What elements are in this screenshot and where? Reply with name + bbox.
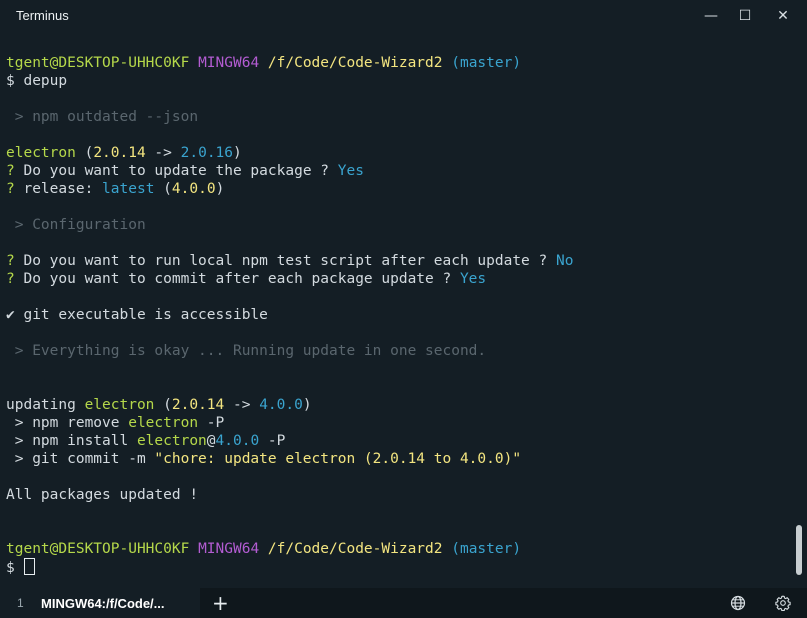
terminal-text: @ [206,433,216,449]
terminal-line: All packages updated ! [6,486,792,504]
terminal-text: No [555,253,574,269]
close-button[interactable]: ✕ [760,0,806,32]
terminal-text: -P [198,415,225,431]
terminal-text: tgent@DESKTOP-UHHC0KF [6,55,199,71]
terminal-text: ( [154,397,172,413]
terminal-text: 2.0.16 [180,145,234,161]
terminal-text: Do you want to run local npm test script… [14,253,556,269]
terminal-line: electron (2.0.14 -> 2.0.16) [6,144,792,162]
prompt-symbol: $ [6,560,24,576]
new-tab-button[interactable]: + [212,591,229,615]
terminal-text: electron [84,397,155,413]
terminal-text: (master) [451,55,522,71]
title-bar: Terminus — ☐ ✕ [0,0,807,32]
prompt-line[interactable]: $ [6,558,792,576]
terminal-text: ) [302,397,312,413]
terminal-text: > npm install [6,433,137,449]
terminal-text: "chore: update electron (2.0.14 to 4.0.0… [154,451,522,467]
terminal-text: 2.0.14 [171,397,225,413]
terminal-text: release: [14,181,103,197]
terminal-line: updating electron (2.0.14 -> 4.0.0) [6,396,792,414]
scrollbar-track[interactable] [792,32,807,588]
terminal-text: $ depup [6,73,68,89]
terminal-text: ( [75,145,94,161]
terminal-text: MINGW64 [198,55,268,71]
tab-mingw64[interactable]: 1 MINGW64:/f/Code/... [0,588,200,618]
terminal-text: Do you want to commit after each package… [14,271,460,287]
terminal-text: /f/Code/Code-Wizard2 [267,55,452,71]
text-cursor [24,558,36,575]
terminal-text: /f/Code/Code-Wizard2 [267,541,452,557]
terminal-text: 2.0.14 [93,145,146,161]
tab-index: 1 [17,596,24,610]
terminal-text: -> [145,145,181,161]
tab-title: MINGW64:/f/Code/... [41,596,165,611]
terminal-line: ✔ git executable is accessible [6,306,792,324]
terminal-text: ) [233,145,242,161]
terminal-text: tgent@DESKTOP-UHHC0KF [6,541,199,557]
terminal-text: ) [215,181,225,197]
terminal-line: $ depup [6,72,792,90]
tab-bar: 1 MINGW64:/f/Code/... + [0,588,807,618]
minimize-icon: — [704,8,718,24]
terminal-text: Yes [337,163,364,179]
terminal-text: ? [6,163,15,179]
terminal-text: > Configuration [6,217,146,233]
terminal-line: > npm install electron@4.0.0 -P [6,432,792,450]
terminal-line: > Everything is okay ... Running update … [6,342,792,360]
terminal-line: ? Do you want to commit after each packa… [6,270,792,288]
terminal-text: ? [6,253,15,269]
terminal-text: ? [6,181,15,197]
settings-gear-icon[interactable] [775,595,791,611]
terminal-text: (master) [451,541,522,557]
maximize-icon: ☐ [738,8,752,24]
terminal-text: electron [6,145,76,161]
terminal-line: > npm remove electron -P [6,414,792,432]
terminal-line: ? Do you want to update the package ? Ye… [6,162,792,180]
terminal-text: ✔ git executable is accessible [6,307,268,323]
scrollbar-thumb[interactable] [796,525,802,575]
terminal-text: 4.0.0 [215,433,260,449]
close-icon: ✕ [777,8,789,24]
terminal-line: > git commit -m "chore: update electron … [6,450,792,468]
terminal-text: All packages updated ! [6,487,199,503]
terminal-line: tgent@DESKTOP-UHHC0KF MINGW64 /f/Code/Co… [6,54,792,72]
terminal-text: MINGW64 [198,541,268,557]
terminal-line: ? Do you want to run local npm test scri… [6,252,792,270]
terminal-text: -P [259,433,286,449]
terminal-text: ( [154,181,172,197]
terminal-text: > git commit -m [6,451,155,467]
window-title: Terminus [16,8,69,23]
terminal-line: ? release: latest (4.0.0) [6,180,792,198]
terminal-output[interactable]: tgent@DESKTOP-UHHC0KF MINGW64 /f/Code/Co… [0,32,792,588]
terminal-text: latest [102,181,155,197]
terminal-text: > npm remove [6,415,129,431]
terminal-text: -> [224,397,260,413]
terminal-text: Yes [459,271,487,287]
terminal-line: tgent@DESKTOP-UHHC0KF MINGW64 /f/Code/Co… [6,540,792,558]
terminal-text: electron [128,415,199,431]
terminal-text: > Everything is okay ... Running update … [6,343,487,359]
terminal-text: 4.0.0 [171,181,216,197]
terminal-text: Do you want to update the package ? [14,163,338,179]
terminal-text: updating [6,397,85,413]
terminal-line: > npm outdated --json [6,108,792,126]
globe-icon[interactable] [730,595,746,611]
terminal-line: > Configuration [6,216,792,234]
terminal-text: 4.0.0 [259,397,303,413]
terminal-text: ? [6,271,15,287]
terminal-text: > npm outdated --json [6,109,199,125]
terminal-text: electron [136,433,207,449]
